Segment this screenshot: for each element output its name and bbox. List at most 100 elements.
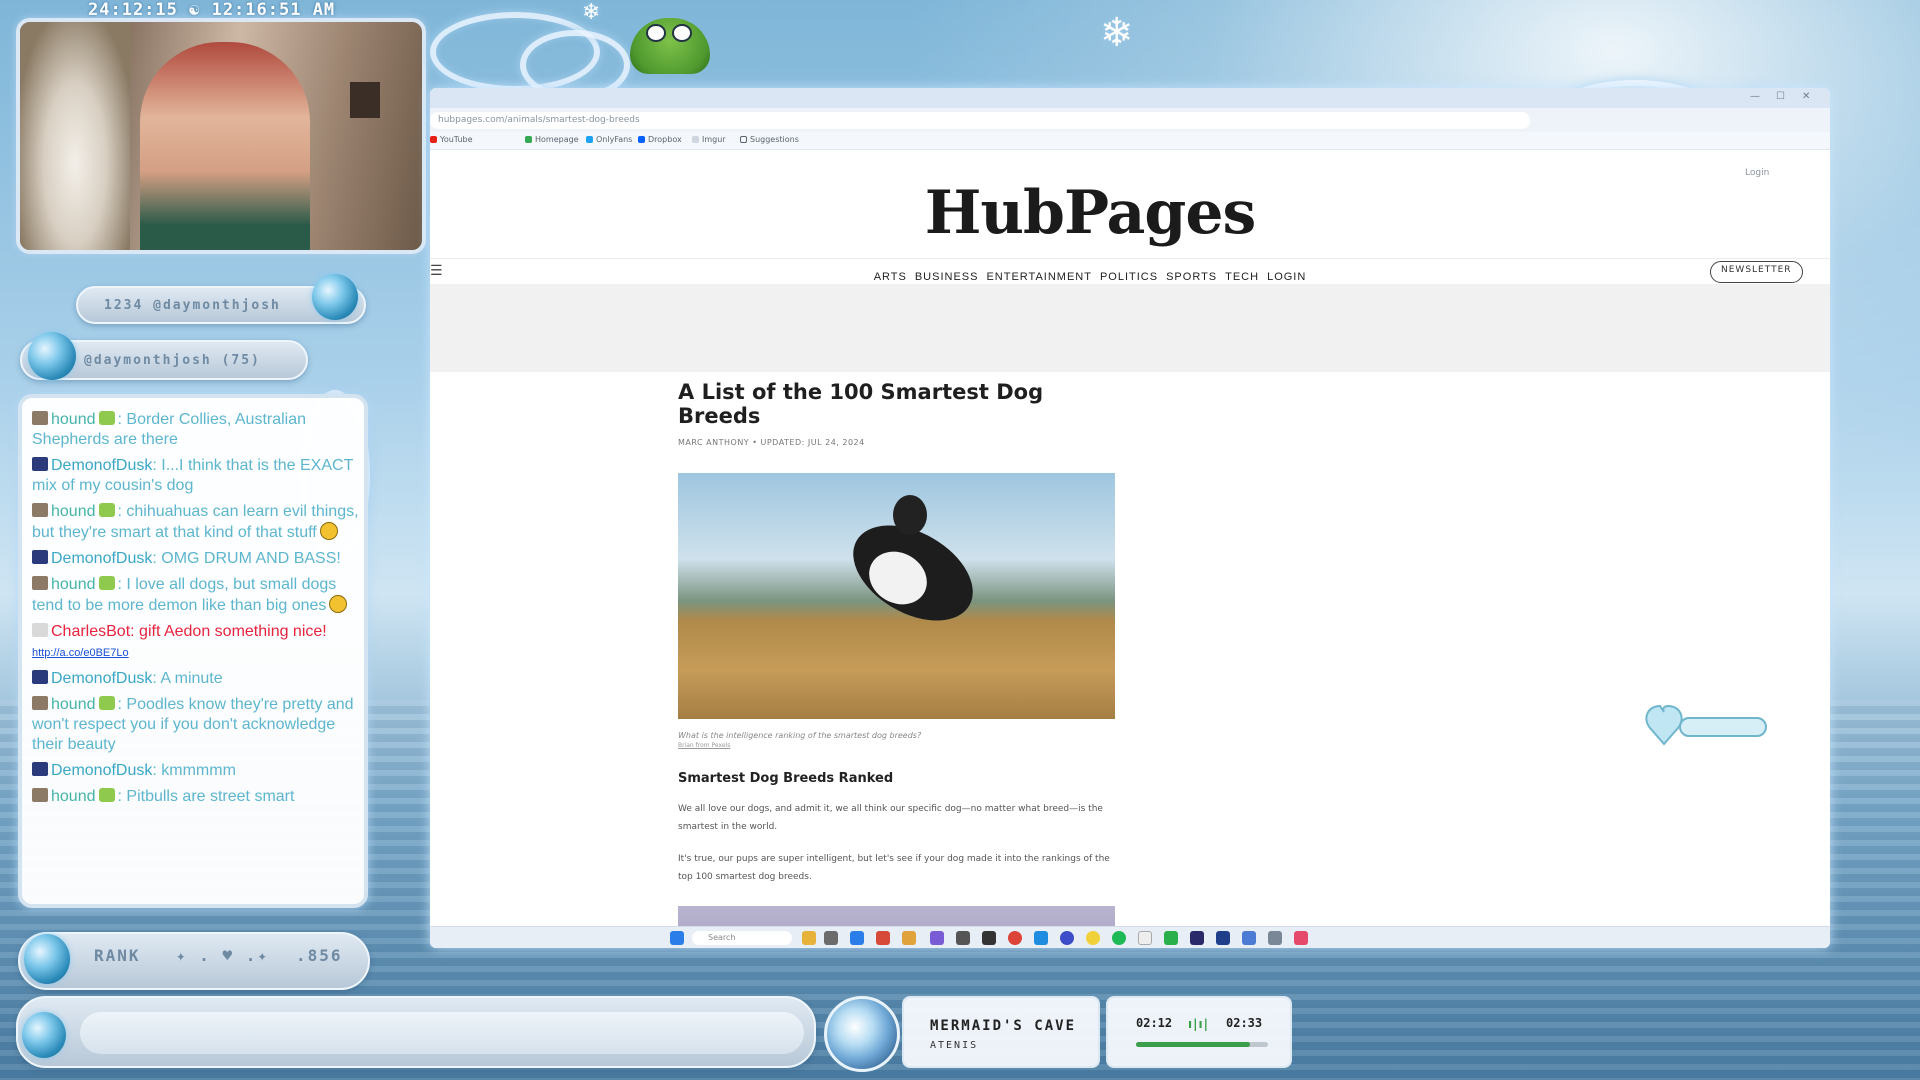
chat-username[interactable]: DemonofDusk xyxy=(51,550,152,567)
chat-username[interactable]: hound xyxy=(51,576,96,593)
article: A List of the 100 Smartest Dog Breeds MA… xyxy=(678,380,1118,886)
chat-message: hound: I love all dogs, but small dogs t… xyxy=(32,575,362,616)
chat-username[interactable]: hound xyxy=(51,788,96,805)
chrome-icon[interactable] xyxy=(1008,931,1022,945)
close-icon[interactable]: ✕ xyxy=(1802,91,1810,102)
chat-username[interactable]: hound xyxy=(51,503,96,520)
laughing-emoji-icon xyxy=(319,522,338,540)
app-icon[interactable] xyxy=(902,931,916,945)
app-icon[interactable] xyxy=(1216,931,1230,945)
app-icon[interactable] xyxy=(1138,931,1152,945)
nav-item[interactable]: LOGIN xyxy=(1267,271,1306,283)
bookmark-dropbox[interactable]: Dropbox xyxy=(638,135,682,144)
paragraph-1: We all love our dogs, and admit it, we a… xyxy=(678,804,1103,832)
taskbar-search[interactable]: Search xyxy=(692,931,792,945)
app-icon[interactable] xyxy=(850,931,864,945)
bookmark-onlyfans[interactable]: OnlyFans xyxy=(586,135,632,144)
wall-picture xyxy=(350,82,380,118)
app-icon[interactable] xyxy=(956,931,970,945)
youtube-icon xyxy=(430,136,437,143)
webcam-feed xyxy=(16,18,426,254)
app-icon[interactable] xyxy=(802,931,816,945)
streamer xyxy=(140,42,310,250)
app-icon[interactable] xyxy=(1294,931,1308,945)
chat-username[interactable]: DemonofDusk xyxy=(51,457,152,474)
login-link-top[interactable]: Login xyxy=(1745,168,1769,178)
bookmark-homepage[interactable]: Homepage xyxy=(525,135,579,144)
track-progress-card: 02:12 ı|ı| 02:33 xyxy=(1106,996,1292,1068)
paragraph-2: It's true, our pups are super intelligen… xyxy=(678,854,1110,882)
windows-start-icon[interactable] xyxy=(670,931,684,945)
site-nav: ☰ ARTS BUSINESS ENTERTAINMENT POLITICS SPORT… xyxy=(430,258,1830,284)
browser-window: — ☐ ✕ hubpages.com/animals/smartest-dog-… xyxy=(430,88,1830,948)
nav-item[interactable]: SPORTS xyxy=(1166,271,1217,283)
dropbox-icon xyxy=(638,136,645,143)
app-icon[interactable] xyxy=(982,931,996,945)
app-icon[interactable] xyxy=(1034,931,1048,945)
track-artist: ATENIS xyxy=(930,1040,979,1051)
nav-item[interactable]: POLITICS xyxy=(1100,271,1158,283)
chat-username[interactable]: hound xyxy=(51,696,96,713)
chat-username[interactable]: DemonofDusk xyxy=(51,762,152,779)
progress-track xyxy=(1136,1042,1268,1047)
app-icon[interactable] xyxy=(1268,931,1282,945)
christmas-tree xyxy=(20,22,130,250)
nav-item[interactable]: BUSINESS xyxy=(915,271,979,283)
rank-label: RANK xyxy=(94,946,141,965)
avatar-icon xyxy=(32,623,48,637)
site-logo[interactable]: HubPages xyxy=(430,178,1750,248)
url-input[interactable]: hubpages.com/animals/smartest-dog-breeds xyxy=(430,112,1530,129)
chat-message: DemonofDusk: A minute xyxy=(32,669,362,689)
chat-username[interactable]: DemonofDusk xyxy=(51,670,152,687)
chat-username[interactable]: CharlesBot xyxy=(51,623,130,640)
emote-icon xyxy=(98,788,115,802)
imgur-icon xyxy=(692,136,699,143)
spotify-icon[interactable] xyxy=(1112,931,1126,945)
nav-items: ARTS BUSINESS ENTERTAINMENT POLITICS SPORTS T… xyxy=(430,265,1750,284)
progress-fill xyxy=(1136,1042,1250,1047)
app-icon[interactable] xyxy=(824,931,838,945)
article-byline: MARC ANTHONY • UPDATED: JUL 24, 2024 xyxy=(678,438,865,447)
user-badge-icon xyxy=(32,550,48,564)
avatar-icon xyxy=(32,788,48,802)
emote-icon xyxy=(98,503,115,517)
gmail-icon xyxy=(525,136,532,143)
maximize-icon[interactable]: ☐ xyxy=(1776,91,1785,102)
nav-item[interactable]: TECH xyxy=(1225,271,1259,283)
gem-icon xyxy=(24,934,70,984)
nav-item[interactable]: ENTERTAINMENT xyxy=(986,271,1092,283)
chat-link[interactable]: http://a.co/e0BE7Lo xyxy=(32,647,129,659)
avatar-icon xyxy=(32,576,48,590)
chat-username[interactable]: hound xyxy=(51,411,96,428)
chat-message: hound: Border Collies, Australian Shephe… xyxy=(32,410,362,450)
ad-banner xyxy=(430,284,1830,372)
top-donor-text: 1234 @daymonthjosh xyxy=(104,298,281,313)
folder-icon xyxy=(740,136,747,143)
bookmark-youtube[interactable]: YouTube xyxy=(430,135,473,144)
app-icon[interactable] xyxy=(1242,931,1256,945)
bookmark-imgur[interactable]: Imgur xyxy=(692,135,726,144)
track-title: MERMAID'S CAVE xyxy=(930,1018,1077,1034)
app-icon[interactable] xyxy=(930,931,944,945)
frog-eye-icon xyxy=(672,24,692,42)
chat-text: : OMG DRUM AND BASS! xyxy=(152,550,341,567)
chat-panel[interactable]: hound: Border Collies, Australian Shephe… xyxy=(18,394,368,908)
newsletter-button[interactable]: NEWSLETTER xyxy=(1710,261,1803,283)
image-credit[interactable]: Brian from Pexels xyxy=(678,742,1118,749)
avatar-icon xyxy=(32,696,48,710)
gem-icon xyxy=(312,274,358,320)
chat-list: hound: Border Collies, Australian Shephe… xyxy=(22,398,364,807)
os-taskbar: Search xyxy=(430,926,1830,948)
section-heading: Smartest Dog Breeds Ranked xyxy=(678,771,894,786)
bookmark-suggestions[interactable]: Suggestions xyxy=(740,135,799,144)
premiere-icon[interactable] xyxy=(1190,931,1204,945)
minimize-icon[interactable]: — xyxy=(1750,91,1760,102)
rank-icons: ✦ . ♥ .✦ xyxy=(176,946,270,965)
chat-input-field[interactable] xyxy=(80,1012,804,1054)
app-icon[interactable] xyxy=(1086,931,1100,945)
nav-item[interactable]: ARTS xyxy=(874,271,907,283)
app-icon[interactable] xyxy=(1164,931,1178,945)
bookmark-label: YouTube xyxy=(440,135,473,144)
app-icon[interactable] xyxy=(1060,931,1074,945)
app-icon[interactable] xyxy=(876,931,890,945)
